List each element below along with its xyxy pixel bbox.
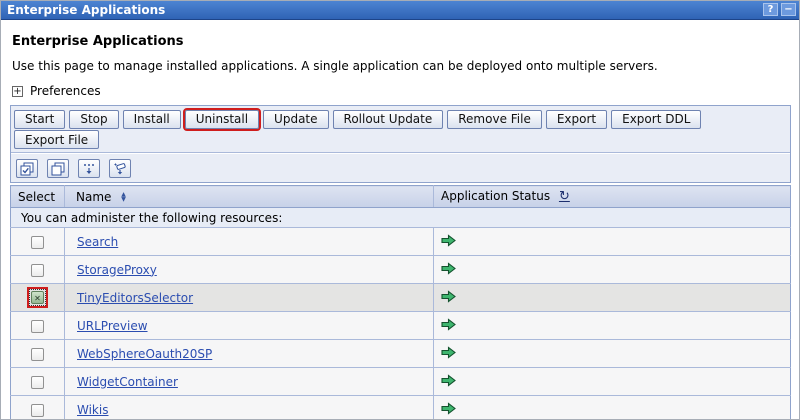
started-status-icon: [441, 290, 456, 303]
toolbar-button-stop[interactable]: Stop: [69, 110, 118, 129]
show-filter-icon: [82, 162, 96, 176]
row-checkbox[interactable]: [31, 348, 44, 361]
toolbar-button-uninstall[interactable]: Uninstall: [185, 110, 259, 129]
started-status-icon: [441, 402, 456, 415]
app-link-widgetcontainer[interactable]: WidgetContainer: [77, 375, 178, 389]
table-row-search: Search: [11, 228, 791, 256]
table-row-websphereoauth20sp: WebSphereOauth20SP: [11, 340, 791, 368]
deselect-all-icon: [51, 162, 65, 176]
minimize-icon[interactable]: −: [781, 3, 796, 16]
app-link-websphereoauth20sp[interactable]: WebSphereOauth20SP: [77, 347, 212, 361]
table-row-tinyeditorsselector: ✕ TinyEditorsSelector: [11, 284, 791, 312]
app-link-wikis[interactable]: Wikis: [77, 403, 108, 417]
page-description: Use this page to manage installed applic…: [12, 59, 790, 73]
action-toolbar: StartStop InstallUninstallUpdate Rollout U…: [11, 106, 790, 153]
toolbar-button-export[interactable]: Export: [546, 110, 607, 129]
app-table-body: You can administer the following resourc…: [11, 208, 791, 420]
column-header-name: Name ▲ ▼: [65, 186, 434, 208]
window-title: Enterprise Applications: [7, 3, 165, 17]
started-status-icon: [441, 374, 456, 387]
select-all-button[interactable]: [16, 159, 38, 178]
table-caption-row: You can administer the following resourc…: [11, 208, 791, 228]
started-status-icon: [441, 318, 456, 331]
app-link-tinyeditorsselector[interactable]: TinyEditorsSelector: [77, 291, 193, 305]
toolbar-button-install[interactable]: Install: [123, 110, 181, 129]
row-checkbox[interactable]: [31, 320, 44, 333]
row-checkbox[interactable]: [31, 376, 44, 389]
table-caption-text: You can administer the following resourc…: [11, 208, 791, 228]
clear-filter-button[interactable]: [109, 159, 131, 178]
preferences-label: Preferences: [30, 84, 101, 98]
show-filter-button[interactable]: [78, 159, 100, 178]
app-link-search[interactable]: Search: [77, 235, 118, 249]
help-icon[interactable]: ?: [763, 3, 778, 16]
table-row-urlpreview: URLPreview: [11, 312, 791, 340]
page-title: Enterprise Applications: [12, 34, 790, 49]
app-link-storageproxy[interactable]: StorageProxy: [77, 263, 157, 277]
started-status-icon: [441, 262, 456, 275]
highlight-box: ✕: [29, 289, 46, 306]
toolbar-button-update[interactable]: Update: [263, 110, 328, 129]
row-checkbox[interactable]: [31, 264, 44, 277]
deselect-all-button[interactable]: [47, 159, 69, 178]
table-header-row: Select Name ▲ ▼ Application Status ↻: [11, 186, 791, 208]
refresh-status-icon[interactable]: ↻: [559, 189, 570, 204]
toolbar-button-rollout-update[interactable]: Rollout Update: [333, 110, 444, 129]
page-content: Enterprise Applications Use this page to…: [1, 20, 799, 420]
column-header-select: Select: [11, 186, 65, 208]
expand-icon[interactable]: +: [12, 86, 23, 97]
toolbar-button-export-file[interactable]: Export File: [14, 130, 99, 149]
row-checkbox[interactable]: [31, 404, 44, 417]
enterprise-applications-window: Enterprise Applications ? − Enterprise A…: [0, 0, 800, 420]
toolbar-button-remove-file[interactable]: Remove File: [447, 110, 542, 129]
icon-toolbar: [11, 153, 790, 182]
column-header-application-status: Application Status ↻: [434, 186, 791, 208]
title-bar-controls: ? −: [763, 3, 796, 16]
clear-filter-icon: [113, 162, 127, 176]
applications-table: Select Name ▲ ▼ Application Status ↻: [10, 185, 791, 420]
started-status-icon: [441, 234, 456, 247]
table-toolbar: StartStop InstallUninstallUpdate Rollout U…: [10, 105, 791, 183]
table-row-wikis: Wikis: [11, 396, 791, 420]
started-status-icon: [441, 346, 456, 359]
table-row-widgetcontainer: WidgetContainer: [11, 368, 791, 396]
table-row-storageproxy: StorageProxy: [11, 256, 791, 284]
select-all-icon: [20, 162, 34, 176]
window-title-bar: Enterprise Applications ? −: [1, 1, 799, 20]
preferences-toggle[interactable]: + Preferences: [12, 84, 790, 98]
toolbar-button-start[interactable]: Start: [14, 110, 65, 129]
checkbox-focus-ring: ✕: [29, 289, 46, 306]
app-link-urlpreview[interactable]: URLPreview: [77, 319, 148, 333]
row-checkbox[interactable]: ✕: [31, 291, 44, 304]
sort-icon[interactable]: ▲ ▼: [121, 192, 126, 202]
row-checkbox[interactable]: [31, 236, 44, 249]
toolbar-button-export-ddl[interactable]: Export DDL: [611, 110, 701, 129]
